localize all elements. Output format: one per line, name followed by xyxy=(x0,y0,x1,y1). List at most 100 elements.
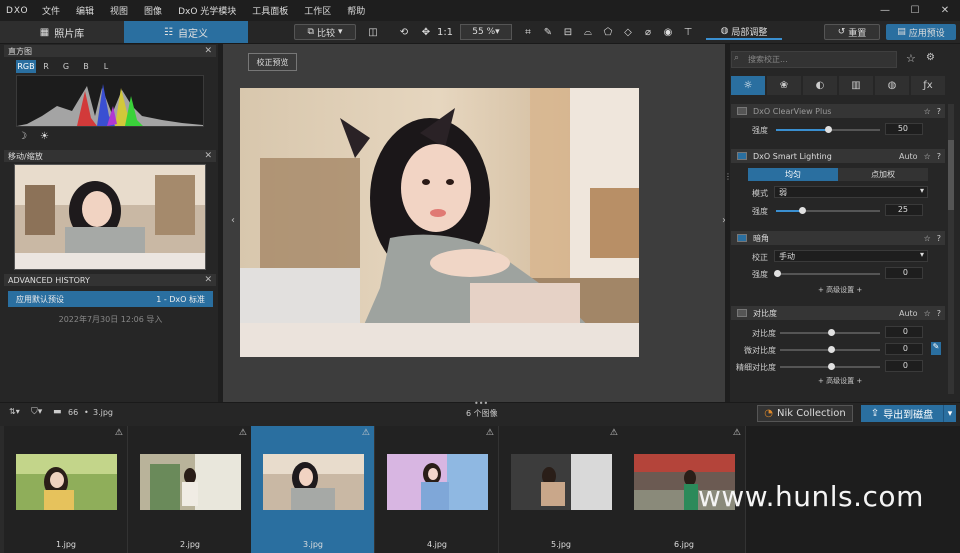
menu-image[interactable]: 图像 xyxy=(136,4,170,17)
smart-lighting-strength-value[interactable]: 25 xyxy=(885,204,923,216)
micro-contrast-value[interactable]: 0 xyxy=(885,343,923,355)
contrast-slider[interactable] xyxy=(780,329,880,336)
vignetting-advanced-link[interactable]: + 高级设置 + xyxy=(818,285,862,295)
star-icon[interactable]: ☆ xyxy=(924,234,931,243)
export-to-disk-button[interactable]: ⇪ 导出到磁盘 xyxy=(861,405,943,422)
correction-search-input[interactable]: 搜索校正... xyxy=(731,51,897,68)
split-view-icon[interactable]: ◫ xyxy=(364,24,382,40)
clearview-strength-slider[interactable] xyxy=(776,126,880,133)
nik-collection-button[interactable]: ◔ Nik Collection xyxy=(757,405,853,422)
checkbox-icon[interactable] xyxy=(737,234,747,242)
menu-help[interactable]: 帮助 xyxy=(339,4,373,17)
slider-knob[interactable] xyxy=(825,126,832,133)
menu-view[interactable]: 视图 xyxy=(102,4,136,17)
close-icon[interactable]: ✕ xyxy=(204,46,212,56)
hist-tab-g[interactable]: G xyxy=(56,60,76,73)
eyedropper-icon[interactable]: ✎ xyxy=(540,24,556,40)
tab-uniform[interactable]: 均匀 xyxy=(748,168,838,181)
sort-icon[interactable]: ⇅▾ xyxy=(9,407,20,416)
star-icon[interactable]: ☆ xyxy=(924,152,931,161)
close-icon[interactable]: ✕ xyxy=(204,151,212,161)
fine-contrast-value[interactable]: 0 xyxy=(885,360,923,372)
film-thumbnail-selected[interactable]: ⚠ 3.jpg xyxy=(251,426,375,553)
perspective-icon[interactable]: ⌓ xyxy=(580,24,596,40)
sun-icon[interactable]: ☀ xyxy=(40,131,49,142)
reset-button[interactable]: ↺ 重置 xyxy=(824,24,880,40)
apply-preset-button[interactable]: ▤ 应用预设 xyxy=(886,24,956,40)
tab-local-icon[interactable]: ◍ xyxy=(875,76,909,95)
help-icon[interactable]: ? xyxy=(937,234,941,243)
film-thumbnail[interactable]: ⚠ 4.jpg xyxy=(375,426,499,553)
correction-preview-button[interactable]: 校正预览 xyxy=(248,53,297,71)
mode-select[interactable]: 弱 xyxy=(774,186,928,198)
chevron-down-icon[interactable]: ▾ xyxy=(943,405,956,422)
eye-icon[interactable]: ◉ xyxy=(660,24,676,40)
menu-file[interactable]: 文件 xyxy=(34,4,68,17)
star-icon[interactable]: ☆ xyxy=(924,309,931,318)
slider-knob[interactable] xyxy=(828,329,835,336)
vignetting-strength-slider[interactable] xyxy=(774,270,880,277)
tab-light-icon[interactable]: ☼ xyxy=(731,76,765,95)
checkbox-icon[interactable] xyxy=(737,107,747,115)
history-item[interactable]: 应用默认预设 1 - DxO 标准 xyxy=(8,291,213,307)
star-icon[interactable]: ☆ xyxy=(924,107,931,116)
hist-tab-l[interactable]: L xyxy=(96,60,116,73)
hist-tab-r[interactable]: R xyxy=(36,60,56,73)
expand-handle-icon[interactable]: ••• xyxy=(474,399,488,408)
right-scrollbar-thumb[interactable] xyxy=(948,140,954,210)
help-icon[interactable]: ? xyxy=(937,152,941,161)
hist-tab-rgb[interactable]: RGB xyxy=(16,60,36,73)
perspective-free-icon[interactable]: ◇ xyxy=(620,24,636,40)
tab-detail-icon[interactable]: ◐ xyxy=(803,76,837,95)
tab-spot-weighted[interactable]: 点加权 xyxy=(838,168,928,181)
crop-icon[interactable]: ⌗ xyxy=(520,24,536,40)
close-button[interactable]: ✕ xyxy=(930,0,960,21)
film-thumbnail[interactable]: ⚠ 2.jpg xyxy=(128,426,252,553)
horizon-icon[interactable]: ⊟ xyxy=(560,24,576,40)
micro-contrast-slider[interactable] xyxy=(780,346,880,353)
main-photo[interactable] xyxy=(240,88,639,357)
right-splitter[interactable] xyxy=(725,44,730,402)
auto-label[interactable]: Auto xyxy=(899,152,918,161)
slider-knob[interactable] xyxy=(828,363,835,370)
actual-size-button[interactable]: 1:1 xyxy=(436,24,454,40)
smart-lighting-header[interactable]: DxO Smart Lighting Auto ☆? xyxy=(731,149,945,163)
minimize-button[interactable]: — xyxy=(870,0,900,21)
move-icon[interactable]: ✥ xyxy=(418,24,434,40)
tab-color-icon[interactable]: ❀ xyxy=(767,76,801,95)
auto-label[interactable]: Auto xyxy=(899,309,918,318)
menu-workspace[interactable]: 工作区 xyxy=(296,4,339,17)
hist-tab-b[interactable]: B xyxy=(76,60,96,73)
clearview-header[interactable]: DxO ClearView Plus ☆? xyxy=(731,104,945,118)
tab-effects-icon[interactable]: ƒx xyxy=(911,76,945,95)
checkbox-icon[interactable] xyxy=(737,152,747,160)
tab-geometry-icon[interactable]: ▥ xyxy=(839,76,873,95)
collapse-right-icon[interactable]: ⋮ xyxy=(724,172,732,181)
slider-knob[interactable] xyxy=(774,270,781,277)
tab-photo-library[interactable]: ▦ 照片库 xyxy=(0,21,124,43)
eyedropper-icon[interactable]: ✎ xyxy=(931,342,941,355)
star-icon[interactable]: ☆ xyxy=(906,52,916,65)
filter-icon[interactable]: ⛉▾ xyxy=(31,407,42,417)
help-icon[interactable]: ? xyxy=(937,309,941,318)
film-thumbnail[interactable]: ⚠ 1.jpg xyxy=(4,426,128,553)
gear-icon[interactable]: ⚙ xyxy=(926,52,935,63)
clearview-strength-value[interactable]: 50 xyxy=(885,123,923,135)
film-thumbnail[interactable]: ⚠ 5.jpg xyxy=(499,426,623,553)
navigator-thumbnail[interactable] xyxy=(14,164,206,270)
local-adjust-button[interactable]: ◍ 局部调整 xyxy=(706,24,782,40)
vignetting-header[interactable]: 暗角 ☆? xyxy=(731,231,945,245)
rotate-icon[interactable]: ⟲ xyxy=(396,24,412,40)
close-icon[interactable]: ✕ xyxy=(204,275,212,285)
slider-knob[interactable] xyxy=(799,207,806,214)
perspective-rect-icon[interactable]: ⬠ xyxy=(600,24,616,40)
fine-contrast-slider[interactable] xyxy=(780,363,880,370)
menu-edit[interactable]: 编辑 xyxy=(68,4,102,17)
contrast-advanced-link[interactable]: + 高级设置 + xyxy=(818,376,862,386)
menu-optics[interactable]: DxO 光学模块 xyxy=(170,4,244,17)
vignetting-correction-select[interactable]: 手动 xyxy=(774,250,928,262)
contrast-value[interactable]: 0 xyxy=(885,326,923,338)
watermark-icon[interactable]: ⊤ xyxy=(680,24,696,40)
moon-icon[interactable]: ☽ xyxy=(18,131,27,142)
compare-button[interactable]: ⧉ 比较 ▾ xyxy=(294,24,356,40)
